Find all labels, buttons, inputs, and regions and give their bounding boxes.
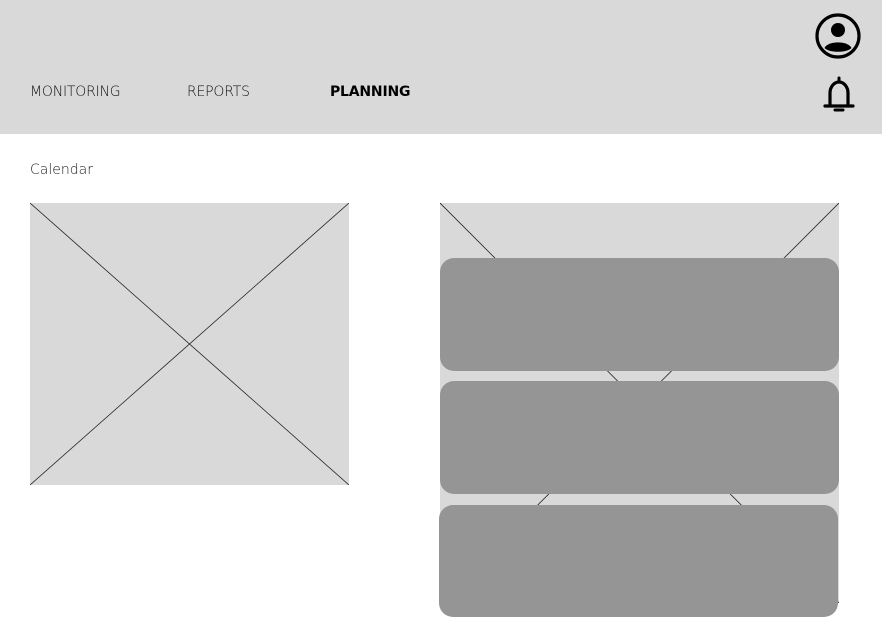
plan-card-3[interactable] — [439, 505, 838, 617]
calendar-image-placeholder — [30, 203, 349, 485]
notification-bell-icon[interactable] — [822, 75, 856, 119]
calendar-section-label: Calendar — [30, 162, 93, 178]
tab-reports[interactable]: REPORTS — [187, 84, 250, 100]
top-header: MONITORING REPORTS PLANNING — [0, 0, 882, 134]
tab-planning[interactable]: PLANNING — [330, 84, 410, 100]
tab-monitoring[interactable]: MONITORING — [30, 84, 121, 100]
plan-card-2[interactable] — [440, 381, 839, 494]
user-profile-icon[interactable] — [814, 12, 862, 64]
plan-card-1[interactable] — [440, 258, 839, 371]
